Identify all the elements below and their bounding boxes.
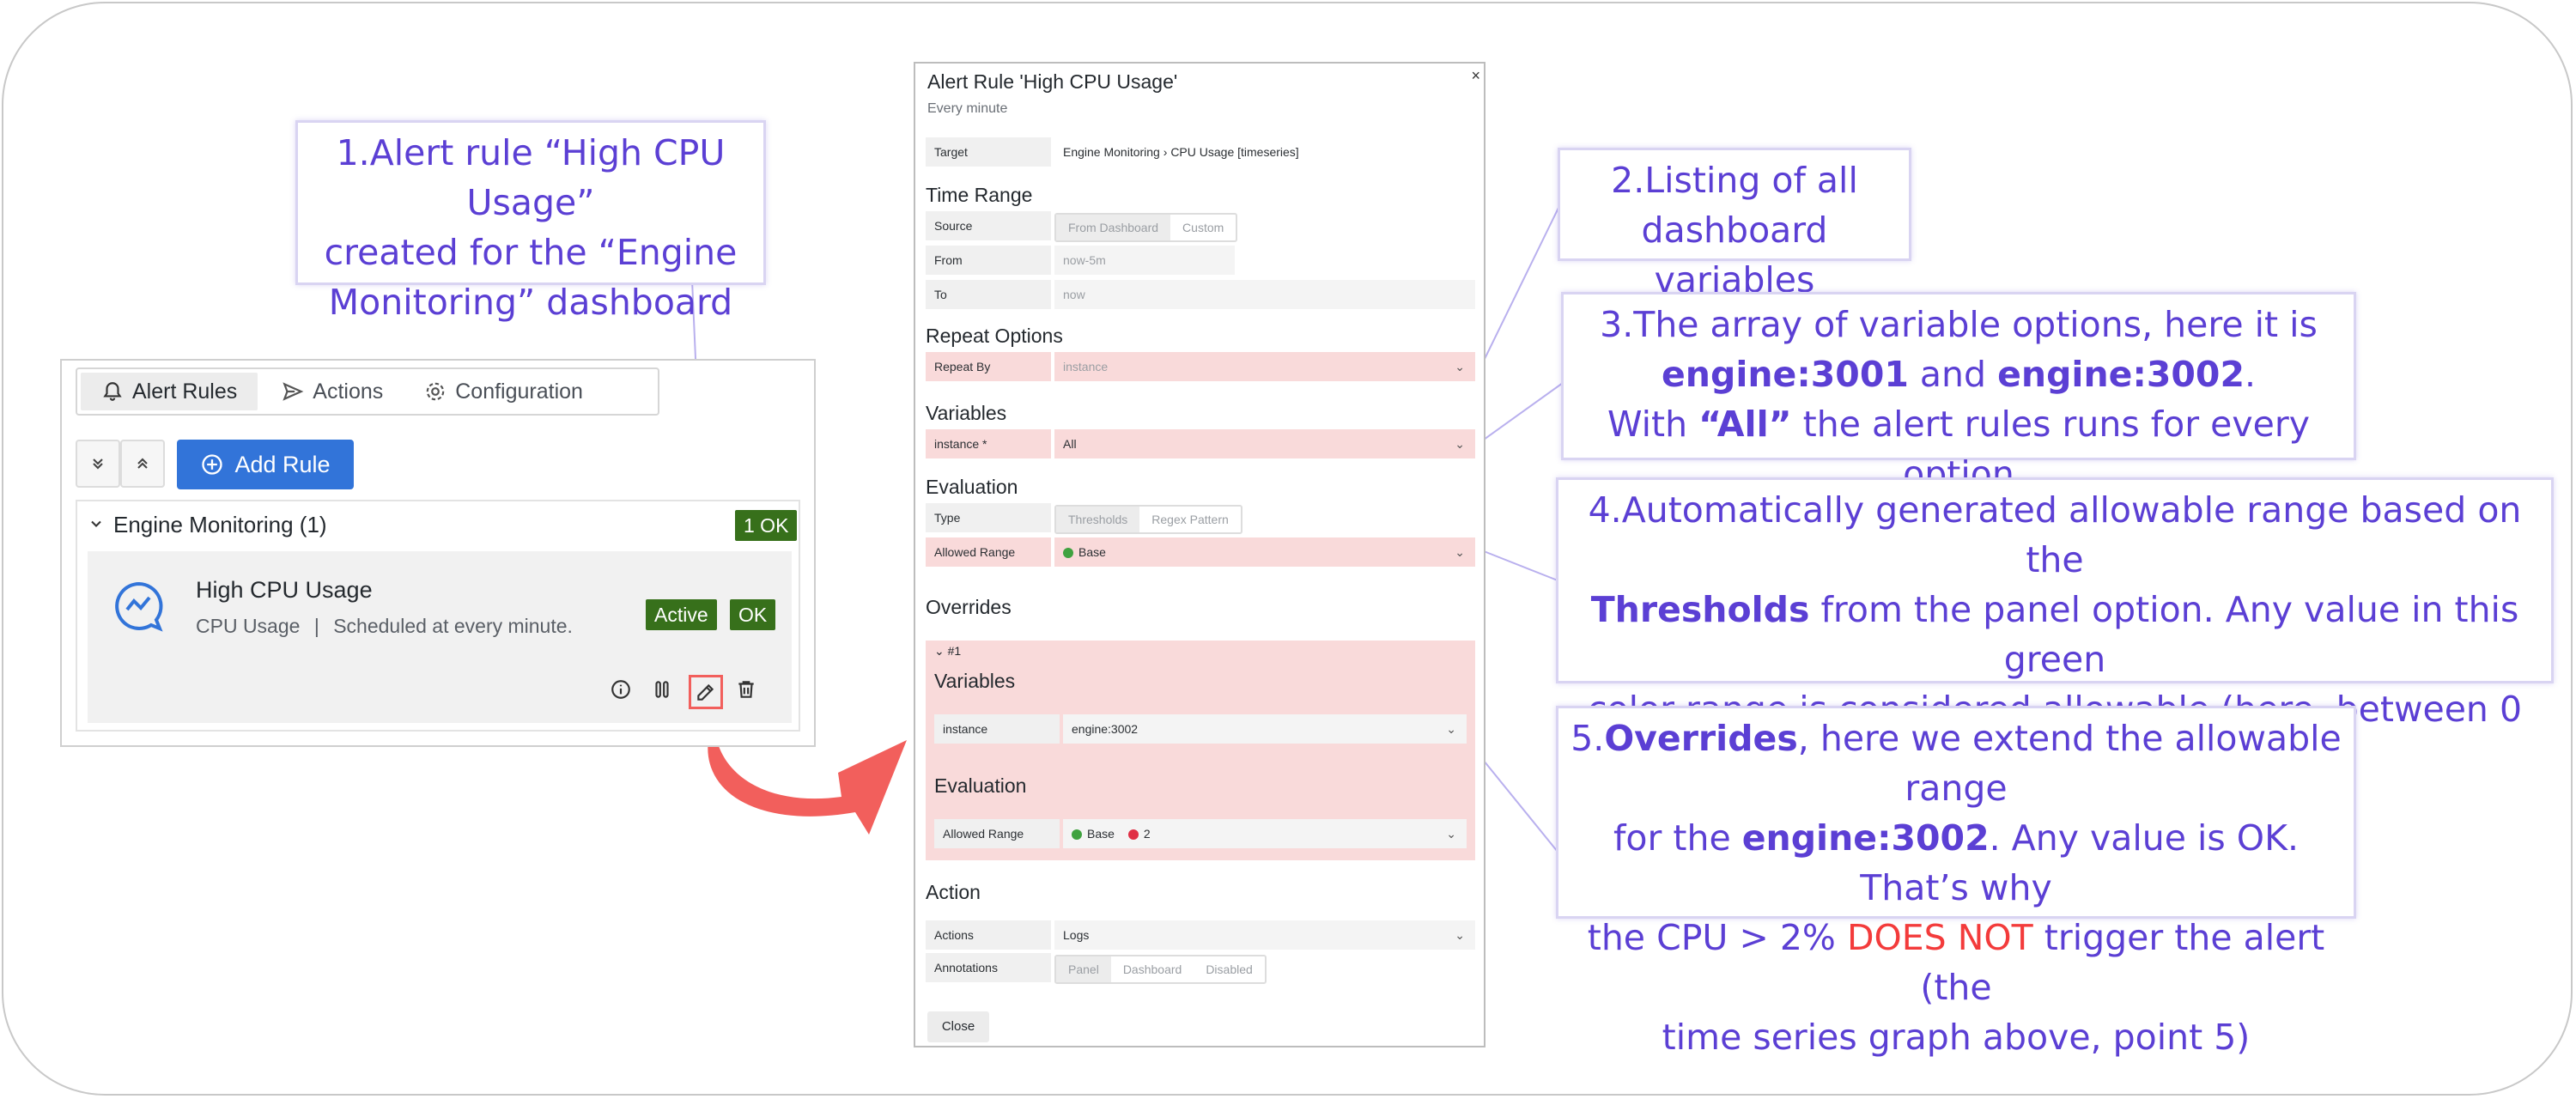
group-ok-badge: 1 OK bbox=[735, 510, 798, 541]
green-dot-icon bbox=[1072, 829, 1082, 841]
modal-subtitle: Every minute bbox=[927, 101, 1008, 116]
rule-ok-badge: OK bbox=[730, 599, 776, 630]
override-variable-row: instance engine:3002 ⌄ bbox=[934, 714, 1467, 744]
override-range-select[interactable]: Base 2 ⌄ bbox=[1063, 819, 1467, 848]
chevron-down-icon: ⌄ bbox=[1455, 360, 1465, 373]
rule-name: High CPU Usage bbox=[196, 577, 373, 603]
source-row: Source From Dashboard Custom bbox=[926, 211, 1238, 242]
alert-rules-panel: Alert Rules Actions Configuration Add Ru… bbox=[60, 359, 816, 747]
variable-row: instance * All ⌄ bbox=[926, 429, 1475, 458]
override-range-row: Allowed Range Base 2 ⌄ bbox=[934, 819, 1467, 848]
red-dot-icon bbox=[1127, 829, 1139, 841]
chevron-down-icon: ⌄ bbox=[1455, 545, 1465, 559]
tab-bar: Alert Rules Actions Configuration bbox=[76, 367, 659, 416]
source-custom[interactable]: Custom bbox=[1170, 215, 1236, 240]
tab-actions[interactable]: Actions bbox=[261, 369, 404, 414]
chevron-down-icon: ⌄ bbox=[1455, 437, 1465, 451]
to-input[interactable]: now bbox=[1054, 280, 1475, 309]
source-from-dashboard[interactable]: From Dashboard bbox=[1056, 215, 1171, 240]
modal-title: Alert Rule 'High CPU Usage' bbox=[927, 70, 1178, 93]
rule-description: CPU Usage | Scheduled at every minute. bbox=[196, 615, 573, 637]
close-icon[interactable]: × bbox=[1471, 67, 1480, 85]
plus-circle-icon bbox=[202, 454, 223, 475]
chevrons-down-icon bbox=[93, 458, 103, 470]
overrides-heading: Overrides bbox=[926, 596, 1012, 618]
annotations-toggle[interactable]: Panel Dashboard Disabled bbox=[1054, 955, 1267, 984]
repeat-by-select[interactable]: instance ⌄ bbox=[1054, 352, 1475, 381]
info-icon[interactable] bbox=[606, 675, 635, 704]
rule-active-badge: Active bbox=[646, 599, 717, 630]
chevron-down-icon: ⌄ bbox=[1455, 928, 1465, 942]
allowed-range-row: Allowed Range Base ⌄ bbox=[926, 537, 1475, 567]
send-icon bbox=[283, 382, 304, 401]
annotation-disabled[interactable]: Disabled bbox=[1194, 956, 1264, 982]
group-title[interactable]: Engine Monitoring (1) bbox=[113, 512, 327, 538]
repeat-heading: Repeat Options bbox=[926, 325, 1063, 347]
annotation-dashboard[interactable]: Dashboard bbox=[1111, 956, 1194, 982]
trash-icon[interactable] bbox=[732, 675, 761, 704]
add-rule-button[interactable]: Add Rule bbox=[177, 440, 354, 489]
pause-icon[interactable] bbox=[647, 675, 677, 704]
callout-2: 2.Listing of all dashboard variables bbox=[1558, 148, 1911, 301]
close-button[interactable]: Close bbox=[927, 1011, 989, 1042]
action-heading: Action bbox=[926, 881, 981, 903]
target-breadcrumb[interactable]: Engine Monitoring › CPU Usage [timeserie… bbox=[1054, 137, 1475, 167]
type-regex[interactable]: Regex Pattern bbox=[1139, 507, 1241, 532]
bell-icon bbox=[103, 382, 122, 401]
time-range-heading: Time Range bbox=[926, 184, 1033, 206]
type-thresholds[interactable]: Thresholds bbox=[1056, 507, 1140, 532]
actions-row: Actions Logs ⌄ bbox=[926, 920, 1475, 950]
variable-select[interactable]: All ⌄ bbox=[1054, 429, 1475, 458]
to-row: To now bbox=[926, 280, 1475, 309]
gear-icon bbox=[426, 382, 445, 401]
alert-rule-modal: Alert Rule 'High CPU Usage' Every minute… bbox=[914, 62, 1485, 1047]
annotation-panel[interactable]: Panel bbox=[1056, 956, 1111, 982]
chevron-down-icon[interactable] bbox=[88, 515, 105, 532]
type-toggle[interactable]: Thresholds Regex Pattern bbox=[1054, 505, 1242, 534]
collapse-all-button[interactable] bbox=[120, 440, 165, 488]
callout-4: 4.Automatically generated allowable rang… bbox=[1556, 477, 2554, 829]
target-row: Target Engine Monitoring › CPU Usage [ti… bbox=[926, 137, 1475, 167]
chart-bubble-icon bbox=[115, 581, 163, 632]
repeat-by-row: Repeat By instance ⌄ bbox=[926, 352, 1475, 381]
source-toggle[interactable]: From Dashboard Custom bbox=[1054, 213, 1238, 242]
variables-heading: Variables bbox=[926, 402, 1007, 424]
expand-all-button[interactable] bbox=[76, 440, 120, 488]
override-number[interactable]: ⌄ #1 bbox=[934, 644, 961, 659]
tab-configuration[interactable]: Configuration bbox=[404, 369, 604, 414]
callout-3: 3.The array of variable options, here it… bbox=[1561, 292, 2356, 495]
tab-alert-rules[interactable]: Alert Rules bbox=[81, 373, 258, 410]
allowed-range-select[interactable]: Base ⌄ bbox=[1054, 537, 1475, 567]
annotations-row: Annotations Panel Dashboard Disabled bbox=[926, 953, 1267, 984]
override-item: ⌄ #1 Variables instance engine:3002 ⌄ Eva… bbox=[926, 641, 1475, 860]
callout-5: 5.Overrides, here we extend the allowabl… bbox=[1556, 706, 2356, 1058]
from-input[interactable]: now-5m bbox=[1054, 246, 1235, 275]
chevrons-up-icon bbox=[137, 458, 148, 469]
type-row: Type Thresholds Regex Pattern bbox=[926, 503, 1242, 534]
callout-1: 1.Alert rule “High CPU Usage” created fo… bbox=[295, 120, 766, 323]
chevron-down-icon: ⌄ bbox=[1446, 827, 1456, 841]
edit-icon[interactable] bbox=[689, 675, 723, 709]
green-dot-icon bbox=[1063, 548, 1073, 559]
from-row: From now-5m bbox=[926, 246, 1235, 275]
evaluation-heading: Evaluation bbox=[926, 476, 1018, 498]
chevron-down-icon: ⌄ bbox=[1446, 722, 1456, 736]
actions-select[interactable]: Logs ⌄ bbox=[1054, 920, 1475, 950]
override-variable-select[interactable]: engine:3002 ⌄ bbox=[1063, 714, 1467, 744]
